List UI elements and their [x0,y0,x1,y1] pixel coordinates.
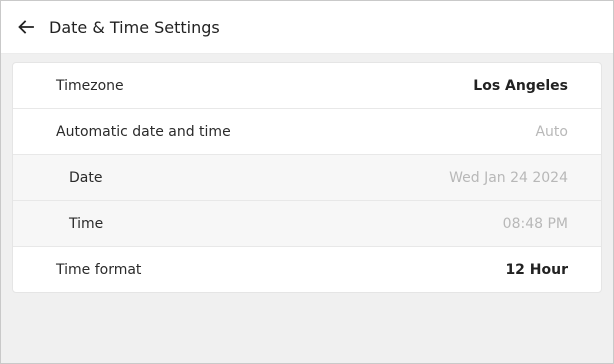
back-button[interactable] [15,16,37,38]
setting-value: 12 Hour [505,261,568,278]
setting-value: Auto [535,123,568,140]
setting-row-timezone[interactable]: Timezone Los Angeles [13,63,601,109]
settings-screen: Date & Time Settings Timezone Los Angele… [0,0,614,364]
setting-row-time-format[interactable]: Time format 12 Hour [13,247,601,292]
setting-row-date: Date Wed Jan 24 2024 [13,155,601,201]
setting-value: 08:48 PM [502,215,568,232]
setting-row-time: Time 08:48 PM [13,201,601,247]
arrow-left-icon [18,20,34,34]
setting-label: Timezone [56,77,124,94]
setting-label: Time [69,215,104,232]
setting-label: Automatic date and time [56,123,231,140]
setting-row-automatic-date-time[interactable]: Automatic date and time Auto [13,109,601,155]
page-title: Date & Time Settings [49,17,220,37]
header-bar: Date & Time Settings [1,1,613,54]
setting-value: Wed Jan 24 2024 [449,169,568,186]
setting-label: Time format [56,261,142,278]
setting-value: Los Angeles [473,77,568,94]
settings-card: Timezone Los Angeles Automatic date and … [12,62,602,293]
setting-label: Date [69,169,103,186]
